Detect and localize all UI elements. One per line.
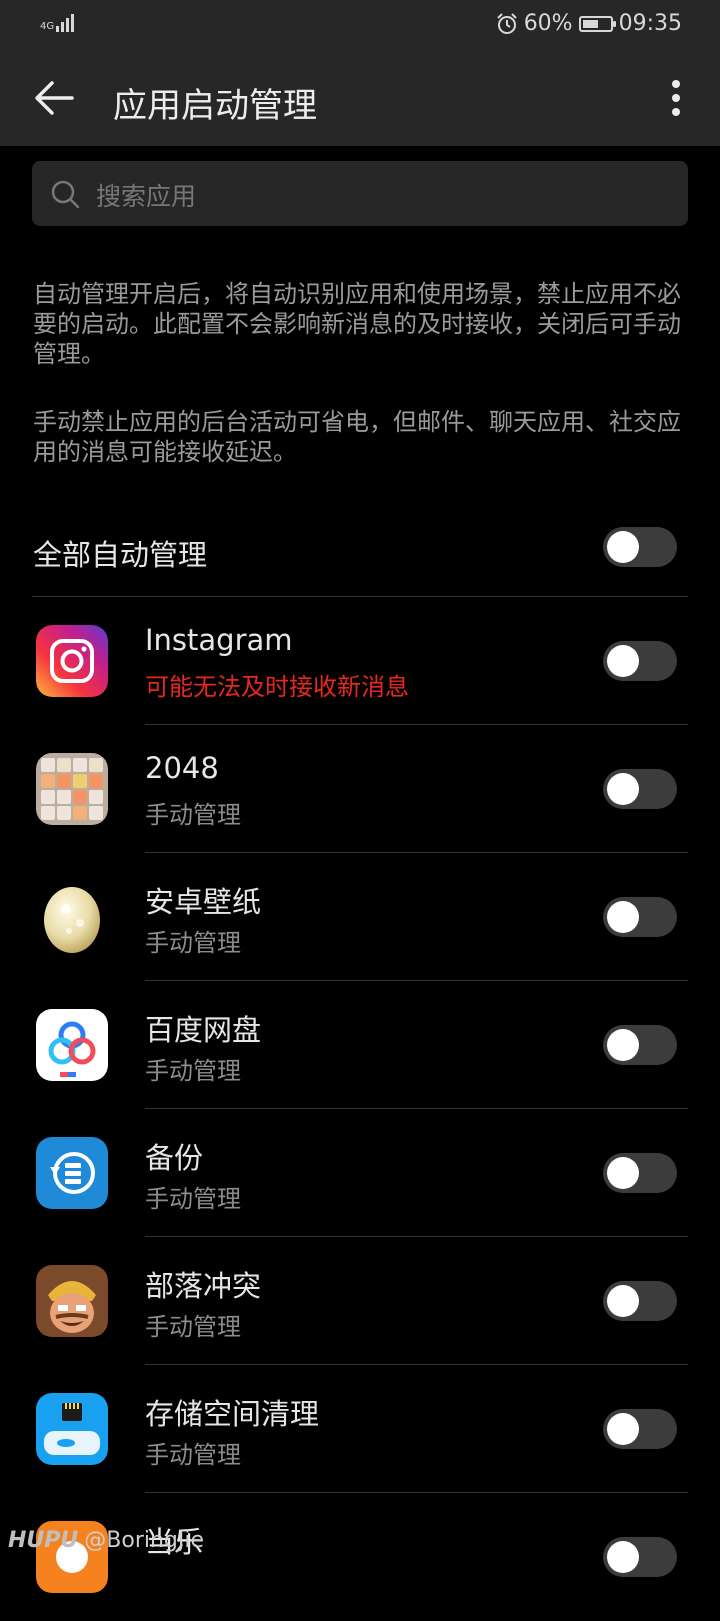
app-status: 手动管理 <box>145 801 241 829</box>
back-arrow-icon[interactable] <box>34 78 74 118</box>
description-manual: 手动禁止应用的后台活动可省电，但邮件、聊天应用、社交应用的消息可能接收延迟。 <box>33 408 681 466</box>
app-row[interactable]: 部落冲突 手动管理 <box>0 1237 720 1365</box>
clock: 09:35 <box>618 11 682 36</box>
instagram-icon <box>36 625 108 697</box>
backup-icon <box>36 1137 108 1209</box>
app-row[interactable]: 存储空间清理手动管理 <box>0 1365 720 1493</box>
toggle-knob <box>607 1285 639 1317</box>
app-row[interactable]: 百度网盘 手动管理 <box>0 981 720 1109</box>
toggle-knob <box>607 773 639 805</box>
app-name: 存储空间清理 <box>145 1397 320 1431</box>
watermark: HUPU @BoringJie <box>8 1528 204 1553</box>
battery-icon <box>578 15 616 32</box>
app-auto-manage-toggle[interactable] <box>603 641 677 681</box>
signal-strength-icon <box>56 12 75 32</box>
app-auto-manage-toggle[interactable] <box>603 897 677 937</box>
egg-icon <box>36 881 108 953</box>
toggle-knob <box>607 901 639 933</box>
more-options-icon[interactable] <box>660 78 692 118</box>
all-auto-manage-row[interactable]: 全部自动管理 <box>33 527 688 595</box>
app-name: 百度网盘 <box>145 1013 262 1047</box>
app-status: 手动管理 <box>145 1185 241 1213</box>
app-status: 手动管理 <box>145 929 241 957</box>
app-warning-text: 可能无法及时接收新消息 <box>145 673 409 701</box>
status-right: 60% 09:35 <box>496 11 682 36</box>
alarm-icon <box>496 12 517 34</box>
app-row[interactable]: 备份 手动管理 <box>0 1109 720 1237</box>
toggle-knob <box>607 1029 639 1061</box>
app-auto-manage-toggle[interactable] <box>603 1409 677 1449</box>
app-auto-manage-toggle[interactable] <box>603 1025 677 1065</box>
app-name: 部落冲突 <box>145 1269 262 1303</box>
page-title: 应用启动管理 <box>113 86 317 126</box>
toggle-knob <box>607 1157 639 1189</box>
app-row[interactable]: Instagram 可能无法及时接收新消息 <box>0 597 720 725</box>
app-name: 备份 <box>145 1141 204 1175</box>
watermark-brand: HUPU <box>8 1528 79 1553</box>
app-auto-manage-toggle[interactable] <box>603 1153 677 1193</box>
app-bar: 应用启动管理 <box>0 52 720 146</box>
app-auto-manage-toggle[interactable] <box>603 1281 677 1321</box>
app-auto-manage-toggle[interactable] <box>603 1537 677 1577</box>
app-name: 2048 <box>145 751 219 785</box>
app-status: 手动管理 <box>145 1313 241 1341</box>
signal-indicator: 4G <box>40 12 75 32</box>
search-icon <box>51 180 80 209</box>
search-placeholder: 搜索应用 <box>96 182 197 211</box>
storage-cleaner-icon <box>36 1393 108 1465</box>
clash-of-clans-icon <box>36 1265 108 1337</box>
search-input[interactable]: 搜索应用 <box>32 161 688 226</box>
battery-percent: 60% <box>523 11 573 36</box>
app-auto-manage-toggle[interactable] <box>603 769 677 809</box>
all-auto-manage-toggle[interactable] <box>603 527 677 567</box>
watermark-user: @BoringJie <box>84 1528 205 1553</box>
toggle-knob <box>607 1413 639 1445</box>
description-auto: 自动管理开启后，将自动识别应用和使用场景，禁止应用不必要的启动。此配置不会影响新… <box>33 280 681 368</box>
app-row[interactable]: 2048 手动管理 <box>0 725 720 853</box>
status-bar: 4G 60% 09:35 <box>0 0 720 52</box>
app-row[interactable]: 当乐 <box>0 1493 720 1621</box>
app-row[interactable]: 安卓壁纸 手动管理 <box>0 853 720 981</box>
app-status: 手动管理 <box>145 1441 241 1469</box>
network-type: 4G <box>40 21 55 32</box>
app-name: Instagram <box>145 623 293 657</box>
all-auto-manage-label: 全部自动管理 <box>33 538 208 572</box>
toggle-knob <box>607 1541 639 1573</box>
app-status: 手动管理 <box>145 1057 241 1085</box>
app-name: 安卓壁纸 <box>145 885 262 919</box>
2048-icon <box>36 753 108 825</box>
toggle-knob <box>607 645 639 677</box>
baidu-netdisk-icon <box>36 1009 108 1081</box>
